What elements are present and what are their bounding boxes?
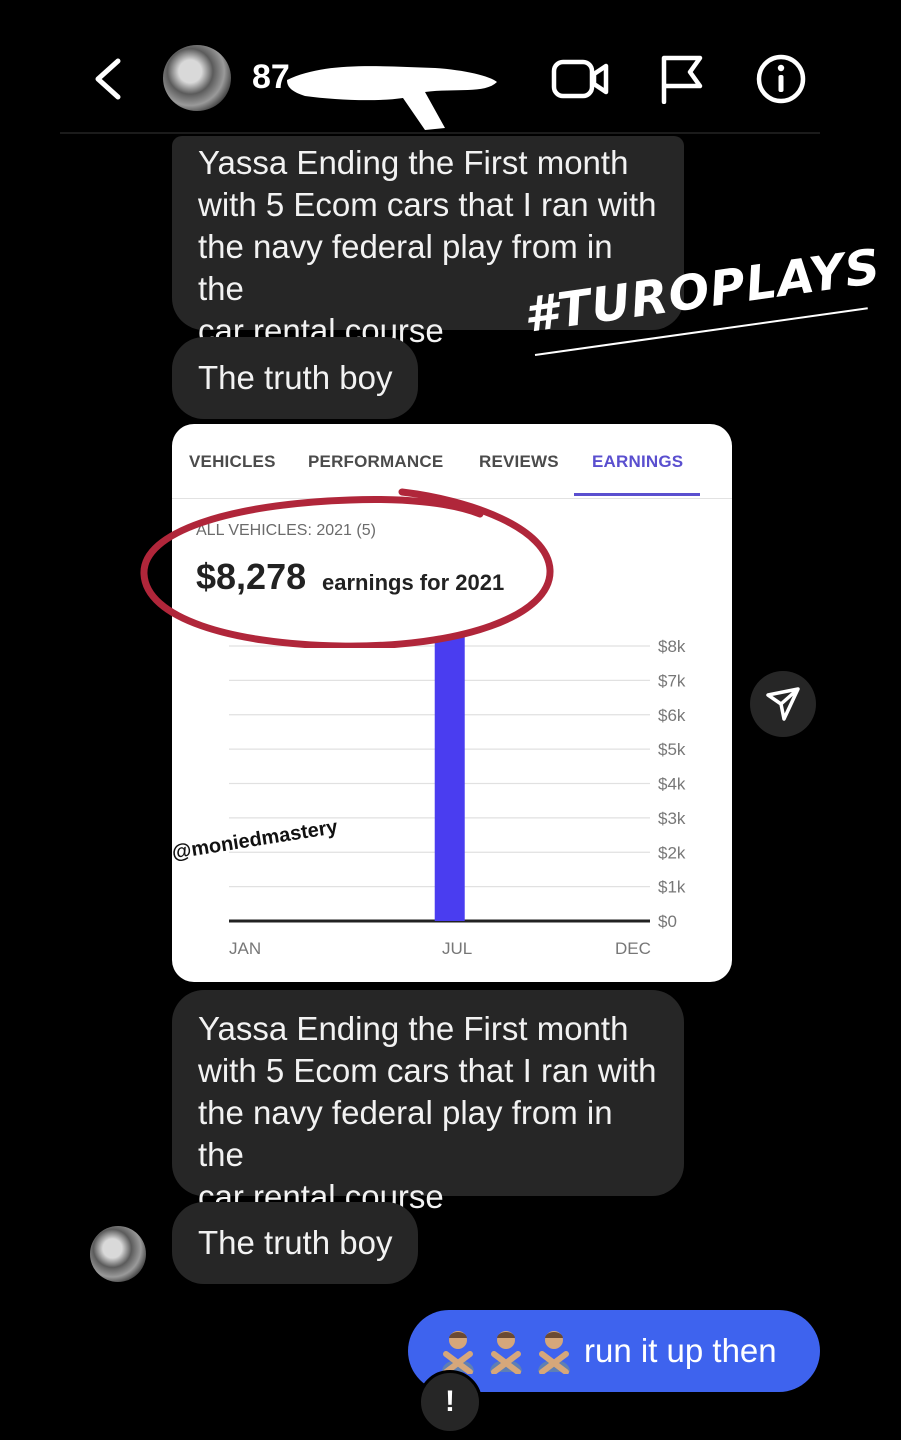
y-tick-label: $5k [658, 740, 686, 759]
y-tick-label: $2k [658, 843, 686, 862]
contact-avatar[interactable] [163, 45, 231, 111]
message-line: Yassa Ending the First month [198, 144, 629, 181]
person-gesturing-no-emoji [538, 1331, 570, 1374]
y-tick-label: $0 [658, 912, 677, 931]
back-arrow-icon[interactable] [88, 55, 130, 103]
message-bubble: The truth boy [172, 337, 419, 419]
outbound-message-text: run it up then [584, 1332, 777, 1369]
y-tick-label: $4k [658, 775, 686, 794]
chart-bars [434, 636, 465, 921]
share-button[interactable] [750, 671, 816, 737]
message-bubble: The truth boy [172, 1202, 419, 1284]
y-tick-label: $7k [658, 671, 686, 690]
person-gesturing-no-emoji [490, 1331, 522, 1374]
chart-x-axis: JAN JUL DEC [229, 939, 651, 958]
info-icon[interactable] [755, 53, 807, 105]
chart-bar [434, 636, 465, 921]
x-tick-label: JUL [442, 939, 472, 958]
header-divider [60, 132, 820, 134]
person-gesturing-no-emoji [442, 1331, 474, 1374]
x-tick-label: DEC [615, 939, 651, 958]
message-bubble: Yassa Ending the First month with 5 Ecom… [172, 990, 684, 1215]
video-call-icon[interactable] [550, 54, 610, 104]
chart-y-axis: $8k $7k $6k $5k $4k $3k $2k $1k $0 [658, 637, 686, 931]
message-line: with 5 Ecom cars that I ran with [198, 1052, 657, 1089]
y-tick-label: $3k [658, 809, 686, 828]
message-line: Yassa Ending the First month [198, 1010, 629, 1047]
y-tick-label: $6k [658, 706, 686, 725]
sender-avatar[interactable] [90, 1226, 146, 1282]
y-tick-label: $1k [658, 878, 686, 897]
red-circle-annotation [140, 488, 554, 648]
message-line: with 5 Ecom cars that I ran with [198, 186, 657, 223]
x-tick-label: JAN [229, 939, 261, 958]
send-icon [766, 687, 800, 721]
flag-icon[interactable] [660, 52, 704, 104]
message-reaction[interactable]: ! [418, 1370, 482, 1434]
y-tick-label: $8k [658, 637, 686, 656]
redaction-scribble [287, 66, 497, 130]
message-line: the navy federal play from in the [198, 1094, 613, 1173]
